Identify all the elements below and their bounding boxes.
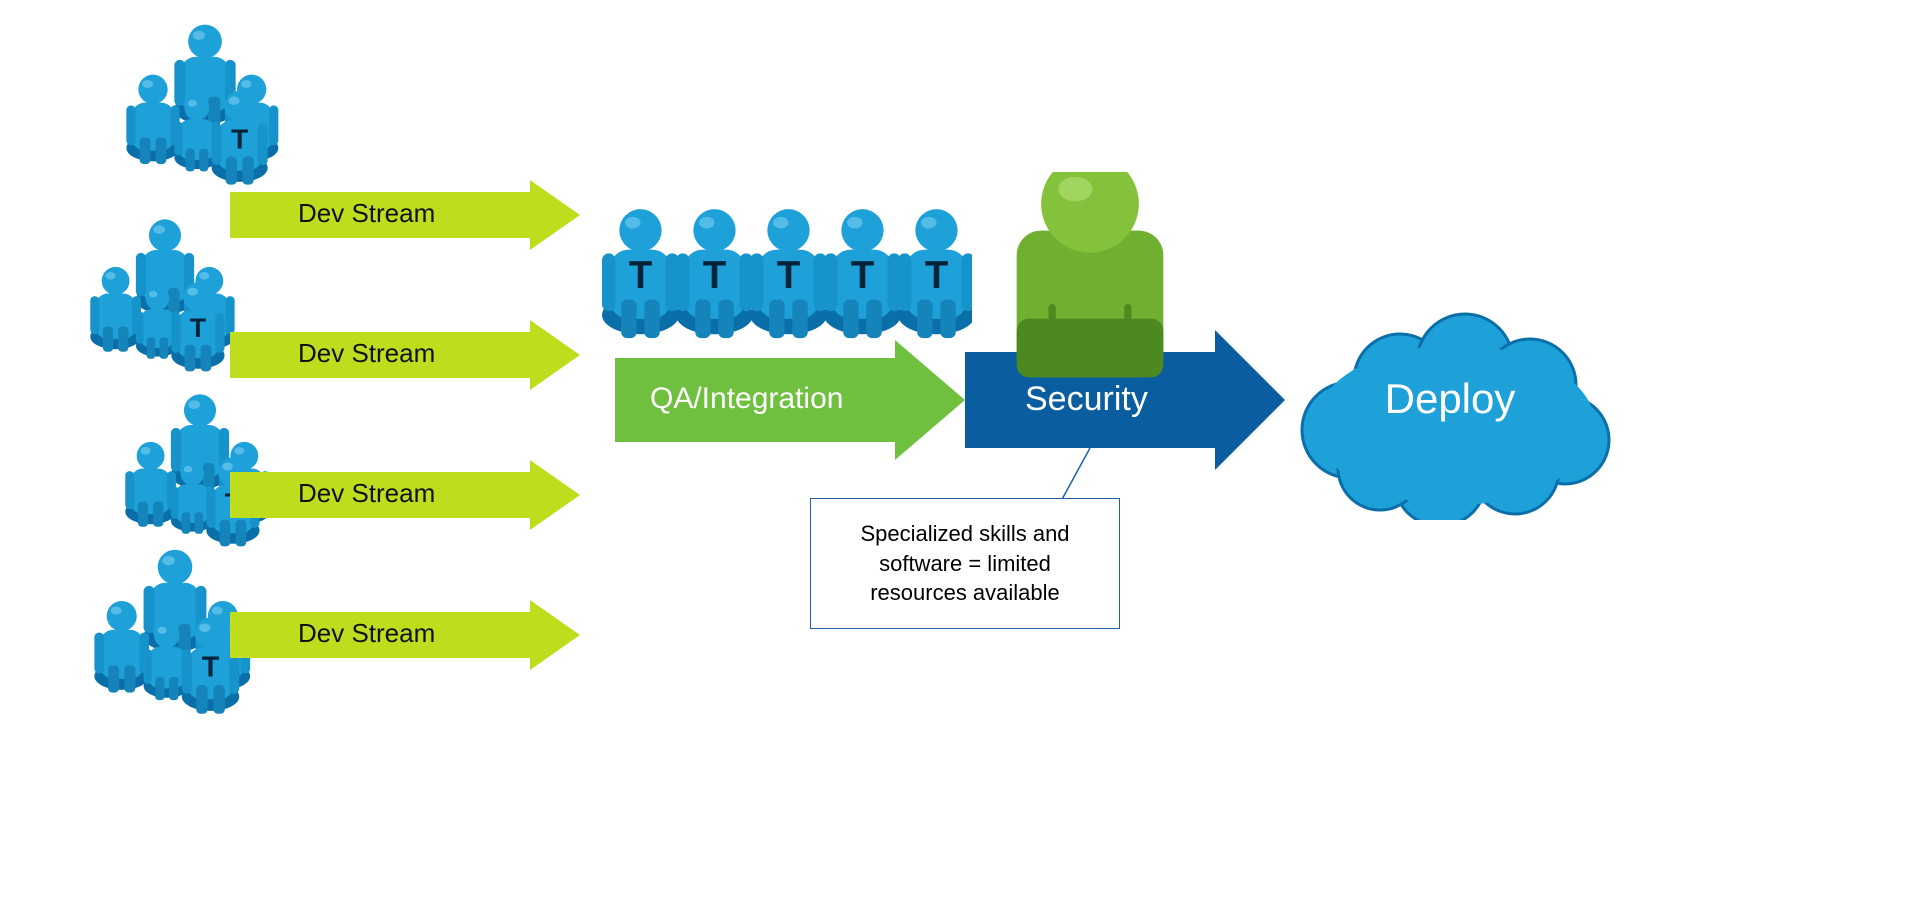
qa-team-icon xyxy=(602,185,972,355)
dev-team-2-icon xyxy=(80,215,250,405)
security-person-icon xyxy=(1000,172,1180,392)
dev-stream-2-label: Dev Stream xyxy=(298,338,435,369)
dev-stream-1-label: Dev Stream xyxy=(298,198,435,229)
callout-box: Specialized skills and software = limite… xyxy=(810,498,1120,629)
dev-stream-4-label: Dev Stream xyxy=(298,618,435,649)
qa-integration-label: QA/Integration xyxy=(650,382,843,416)
deploy-label: Deploy xyxy=(1360,375,1540,423)
dev-stream-3-label: Dev Stream xyxy=(298,478,435,509)
